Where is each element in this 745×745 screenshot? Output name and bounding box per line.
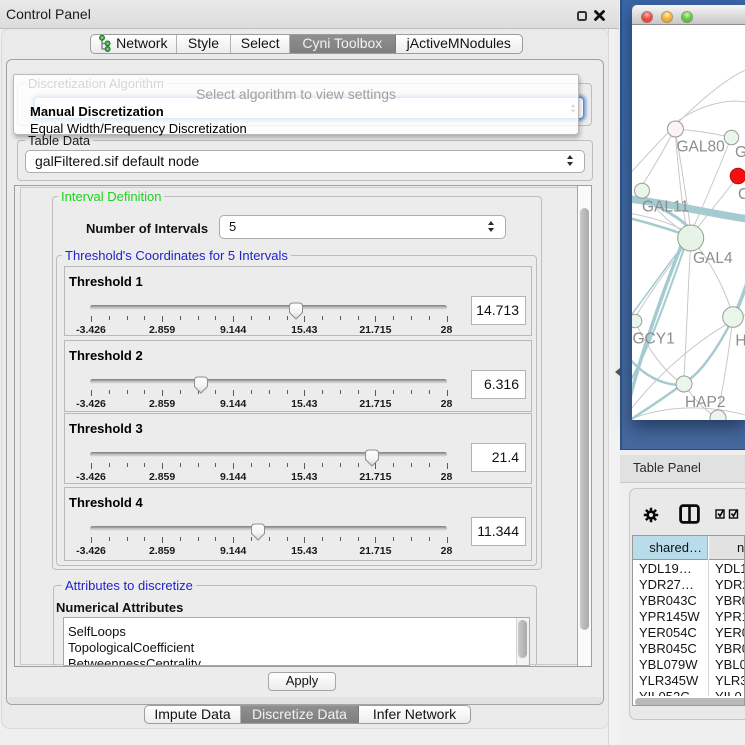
svg-text:GA: GA xyxy=(735,144,745,161)
svg-text:GCY1: GCY1 xyxy=(633,331,675,348)
svg-text:CY: CY xyxy=(738,186,745,203)
svg-text:GAL11: GAL11 xyxy=(642,199,689,216)
svg-text:HAP2: HAP2 xyxy=(685,394,726,411)
svg-text:H: H xyxy=(735,333,745,350)
svg-text:GAL4: GAL4 xyxy=(693,250,733,267)
svg-text:GAL80: GAL80 xyxy=(677,139,726,156)
